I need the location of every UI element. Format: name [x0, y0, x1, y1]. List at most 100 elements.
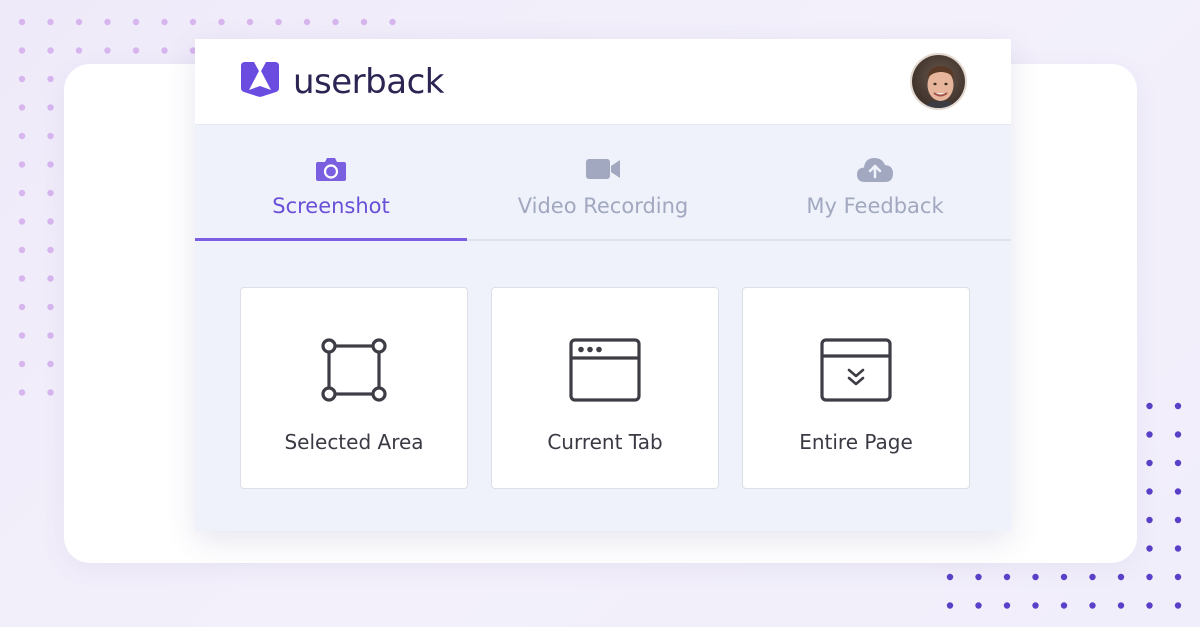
tab-screenshot[interactable]: Screenshot — [195, 125, 467, 241]
feedback-widget: userback Screenshot Video Recording My F… — [195, 39, 1011, 531]
capture-options: Selected Area Current Tab Entire Page — [195, 241, 1011, 489]
decorative-dot — [18, 218, 26, 225]
decorative-dot — [1089, 573, 1096, 581]
cloud-upload-icon — [855, 154, 895, 184]
decorative-dot — [18, 47, 26, 54]
decorative-dot — [18, 246, 26, 254]
decorative-dot — [75, 18, 83, 26]
decorative-dot — [1003, 602, 1011, 609]
tab-my-feedback[interactable]: My Feedback — [739, 125, 1011, 239]
selection-area-icon — [321, 337, 387, 403]
decorative-dot — [47, 389, 54, 396]
decorative-dot — [189, 18, 197, 26]
tab-video-recording[interactable]: Video Recording — [467, 125, 739, 239]
decorative-dot — [1174, 431, 1182, 438]
decorative-dot — [104, 18, 111, 26]
full-page-scroll-icon — [820, 337, 892, 403]
decorative-dot — [975, 573, 982, 581]
decorative-dot — [1060, 602, 1068, 609]
decorative-dot — [246, 18, 254, 26]
decorative-dot — [1146, 545, 1153, 552]
decorative-dot — [47, 246, 54, 254]
decorative-dot — [47, 75, 54, 83]
decorative-dot — [1174, 545, 1182, 552]
decorative-dot — [1174, 516, 1182, 524]
decorative-dot — [946, 573, 954, 581]
decorative-dot — [47, 275, 54, 282]
decorative-dot — [1146, 516, 1153, 524]
decorative-dot — [1174, 602, 1182, 609]
decorative-dot — [47, 161, 54, 168]
decorative-dot — [104, 47, 111, 54]
option-selected-area[interactable]: Selected Area — [240, 287, 468, 489]
decorative-dot — [132, 18, 140, 26]
decorative-dot — [275, 18, 282, 26]
brand-logo: userback — [239, 60, 444, 103]
camera-icon — [315, 154, 347, 184]
decorative-dot — [18, 332, 26, 339]
video-camera-icon — [585, 154, 621, 184]
decorative-dot — [161, 18, 168, 26]
option-label: Selected Area — [284, 430, 424, 454]
widget-header: userback — [195, 39, 1011, 125]
decorative-dot — [1146, 602, 1153, 609]
decorative-dot — [1003, 573, 1011, 581]
decorative-dot — [47, 189, 54, 197]
decorative-dot — [75, 47, 83, 54]
decorative-dot — [1032, 602, 1039, 609]
option-label: Entire Page — [799, 430, 913, 454]
decorative-dot — [218, 18, 225, 26]
decorative-dot — [18, 132, 26, 140]
decorative-dot — [18, 161, 26, 168]
decorative-dot — [332, 18, 339, 26]
decorative-dot — [1146, 402, 1153, 410]
decorative-dot — [18, 303, 26, 311]
decorative-dot — [18, 18, 26, 26]
decorative-dot — [1174, 402, 1182, 410]
decorative-dot — [47, 132, 54, 140]
decorative-dot — [1117, 602, 1125, 609]
option-current-tab[interactable]: Current Tab — [491, 287, 719, 489]
browser-window-icon — [569, 337, 641, 403]
decorative-dot — [946, 602, 954, 609]
decorative-dot — [1146, 573, 1153, 581]
option-label: Current Tab — [547, 430, 663, 454]
decorative-dot — [18, 389, 26, 396]
userback-logo-icon — [239, 60, 281, 103]
brand-name: userback — [293, 61, 444, 102]
user-avatar[interactable] — [910, 53, 967, 110]
decorative-dot — [303, 18, 311, 26]
tab-label: Video Recording — [517, 194, 689, 218]
decorative-dot — [161, 47, 168, 54]
option-entire-page[interactable]: Entire Page — [742, 287, 970, 489]
decorative-dot — [1089, 602, 1096, 609]
decorative-dot — [1146, 431, 1153, 438]
decorative-dot — [47, 47, 54, 54]
decorative-dot — [1146, 459, 1153, 467]
decorative-dot — [47, 332, 54, 339]
decorative-dot — [1174, 459, 1182, 467]
decorative-dot — [47, 303, 54, 311]
decorative-dot — [1032, 573, 1039, 581]
decorative-dot — [132, 47, 140, 54]
decorative-dot — [18, 189, 26, 197]
decorative-dot — [1174, 573, 1182, 581]
decorative-dot — [975, 602, 982, 609]
decorative-dot — [47, 360, 54, 368]
decorative-dot — [389, 18, 396, 26]
decorative-dot — [360, 18, 368, 26]
tab-label: My Feedback — [806, 194, 944, 218]
decorative-dot — [47, 104, 54, 111]
decorative-dot — [47, 18, 54, 26]
tab-label: Screenshot — [272, 194, 390, 218]
decorative-dot — [47, 218, 54, 225]
decorative-dot — [1117, 573, 1125, 581]
decorative-dot — [18, 275, 26, 282]
decorative-dot — [1146, 488, 1153, 495]
decorative-dot — [18, 360, 26, 368]
decorative-dot — [1174, 488, 1182, 495]
decorative-dot — [18, 104, 26, 111]
decorative-dot — [1060, 573, 1068, 581]
decorative-dot — [18, 75, 26, 83]
mode-tabs: Screenshot Video Recording My Feedback — [195, 125, 1011, 241]
